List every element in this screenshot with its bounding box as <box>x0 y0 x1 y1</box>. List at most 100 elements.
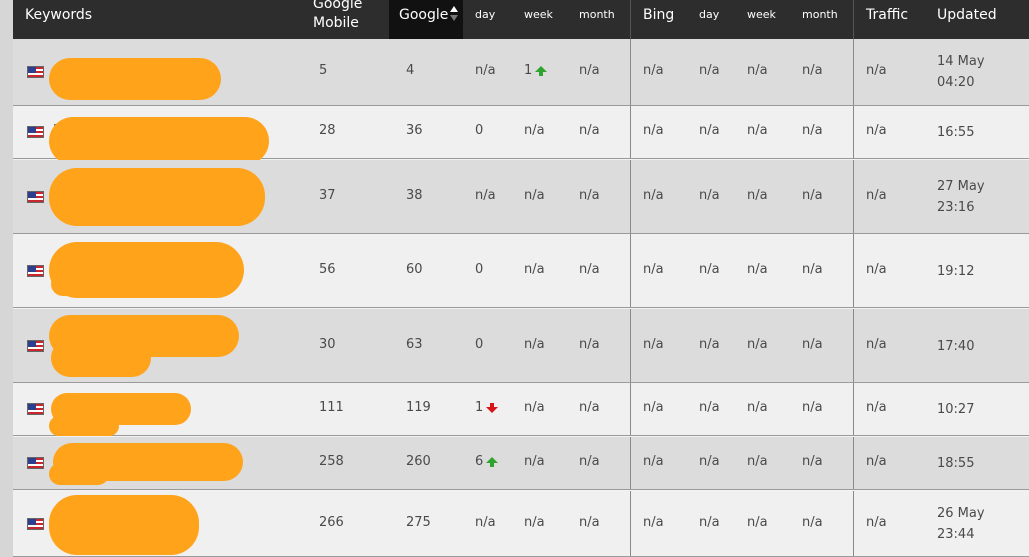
cell-g-month: n/a <box>579 262 600 277</box>
header-bing-month[interactable]: month <box>802 8 838 21</box>
cell-b-month: n/a <box>802 123 823 138</box>
cell-b-day: n/a <box>699 337 720 352</box>
cell-updated: 16:55 <box>937 122 974 143</box>
us-flag-icon <box>27 518 44 530</box>
header-google-mobile[interactable]: Google Mobile <box>313 0 362 33</box>
rankings-table: Keywords Google Mobile Google day week mo… <box>13 0 1029 557</box>
cell-value: n/a <box>699 337 720 352</box>
table-row[interactable]: I3738n/an/an/an/an/an/an/an/a27 May23:16 <box>13 160 1029 234</box>
cell-value: n/a <box>475 63 496 78</box>
cell-g-week: n/a <box>524 262 545 277</box>
column-divider <box>853 234 854 307</box>
cell-google: 36 <box>406 123 423 138</box>
cell-value: n/a <box>747 63 768 78</box>
us-flag-icon <box>27 126 44 138</box>
table-row[interactable]: I30630n/an/an/an/an/an/an/a17:40 <box>13 309 1029 383</box>
header-google[interactable]: Google <box>399 7 448 23</box>
updated-line1: 19:12 <box>937 264 975 279</box>
cell-google-mobile: 5 <box>319 63 327 78</box>
cell-value: n/a <box>579 63 600 78</box>
header-google-mobile-line2: Mobile <box>313 15 359 31</box>
cell-value: n/a <box>699 262 720 277</box>
header-keywords[interactable]: Keywords <box>25 7 92 23</box>
header-bing-week[interactable]: week <box>747 8 776 21</box>
header-google-day[interactable]: day <box>475 8 495 21</box>
cell-bing: n/a <box>643 454 664 469</box>
cell-b-month: n/a <box>802 337 823 352</box>
cell-g-week: n/a <box>524 188 545 203</box>
cell-value: n/a <box>866 454 887 469</box>
cell-value: n/a <box>643 262 664 277</box>
trend-up-arrow-icon <box>535 65 548 76</box>
cell-g-week: n/a <box>524 337 545 352</box>
cell-bing: n/a <box>643 63 664 78</box>
header-google-week[interactable]: week <box>524 8 553 21</box>
updated-line1: 16:55 <box>937 125 975 140</box>
redaction-scribble <box>49 416 119 436</box>
cell-value: n/a <box>747 337 768 352</box>
trend-down-arrow-icon <box>486 402 499 413</box>
column-divider <box>630 491 631 556</box>
table-row[interactable]: I28360n/an/an/an/an/an/an/a16:55 <box>13 106 1029 165</box>
column-divider <box>853 39 854 105</box>
cell-b-month: n/a <box>802 454 823 469</box>
table-row[interactable]: v2582606n/an/an/an/an/an/an/a18:55 <box>13 437 1029 490</box>
cell-value: 63 <box>406 337 423 352</box>
table-row[interactable]: I56600n/an/an/an/an/an/an/a19:12 <box>13 234 1029 308</box>
table-row[interactable]: 5 4 n/a 1 n/a n/a n/a n/a n/a n/a 14 May 04:20 <box>13 39 1029 106</box>
cell-value: n/a <box>866 400 887 415</box>
cell-value: n/a <box>699 63 720 78</box>
cell-value: n/a <box>699 188 720 203</box>
cell-value: 6 <box>475 454 484 469</box>
trend-up-arrow-icon <box>486 456 499 467</box>
us-flag-icon <box>27 265 44 277</box>
cell-traffic: n/a <box>866 454 887 469</box>
cell-updated: 27 May 23:16 <box>937 176 985 218</box>
column-divider <box>630 383 631 435</box>
header-traffic[interactable]: Traffic <box>866 7 908 23</box>
cell-value: n/a <box>643 188 664 203</box>
cell-value: n/a <box>802 515 823 530</box>
updated-line1: 18:55 <box>937 456 975 471</box>
cell-g-month: n/a <box>579 454 600 469</box>
cell-value: 0 <box>475 123 484 138</box>
header-bing-day[interactable]: day <box>699 8 719 21</box>
table-row[interactable]: h1111191n/an/an/an/an/an/an/a10:27 <box>13 383 1029 436</box>
cell-b-day: n/a <box>699 400 720 415</box>
cell-updated: 10:27 <box>937 399 974 420</box>
cell-value: n/a <box>643 63 664 78</box>
cell-value: 60 <box>406 262 423 277</box>
header-bing[interactable]: Bing <box>643 7 674 23</box>
updated-line2: 23:16 <box>937 200 975 215</box>
header-google-month[interactable]: month <box>579 8 615 21</box>
header-column-divider <box>630 0 631 39</box>
us-flag-icon <box>27 457 44 469</box>
redaction-scribble <box>49 495 199 555</box>
column-divider <box>853 491 854 556</box>
cell-value: n/a <box>802 454 823 469</box>
redaction-scribble <box>51 339 151 377</box>
cell-value: 266 <box>319 515 344 530</box>
cell-google-mobile: 37 <box>319 188 336 203</box>
cell-google: 275 <box>406 515 431 530</box>
cell-value: n/a <box>579 262 600 277</box>
column-divider <box>853 383 854 435</box>
column-divider <box>853 160 854 233</box>
cell-value: n/a <box>524 123 545 138</box>
cell-value: 119 <box>406 400 431 415</box>
header-updated[interactable]: Updated <box>937 7 997 23</box>
cell-bing: n/a <box>643 337 664 352</box>
table-row[interactable]: 266 275 n/a n/a n/a n/a n/a n/a n/a n/a 26 May 23:4… <box>13 491 1029 557</box>
cell-value: n/a <box>579 515 600 530</box>
cell-b-day: n/a <box>699 188 720 203</box>
cell-value: n/a <box>475 188 496 203</box>
cell-value: n/a <box>866 515 887 530</box>
cell-g-day: n/a <box>475 63 496 78</box>
cell-b-day: n/a <box>699 63 720 78</box>
updated-line2: 04:20 <box>937 75 975 90</box>
cell-traffic: n/a <box>866 123 887 138</box>
cell-value: n/a <box>524 188 545 203</box>
sort-arrows-icon[interactable] <box>450 6 460 22</box>
cell-updated: 17:40 <box>937 336 974 357</box>
cell-value: n/a <box>802 400 823 415</box>
